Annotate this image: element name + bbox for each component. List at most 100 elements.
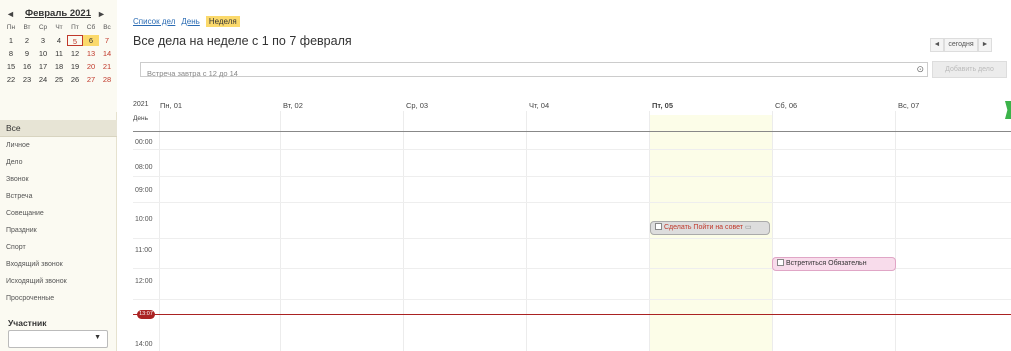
calendar-day[interactable]: 3 xyxy=(35,35,51,46)
add-task-button[interactable]: Добавить дело xyxy=(932,61,1007,78)
calendar-day[interactable]: 4 xyxy=(51,35,67,46)
calendar-day[interactable]: 6 xyxy=(83,35,99,46)
calendar-day[interactable]: 28 xyxy=(99,74,115,85)
calendar-day[interactable]: 17 xyxy=(35,61,51,72)
calendar-day[interactable]: 15 xyxy=(3,61,19,72)
calendar-day-today[interactable]: 5 xyxy=(67,35,83,46)
today-button[interactable]: сегодня xyxy=(944,38,978,52)
calendar-day[interactable]: 14 xyxy=(99,48,115,59)
category-item[interactable]: Встреча xyxy=(0,188,117,205)
calendar-day[interactable]: 1 xyxy=(3,35,19,46)
event-title: Встретиться Обязательн xyxy=(786,260,867,267)
chevron-down-icon: ▼ xyxy=(94,334,101,341)
calendar-day[interactable]: 2 xyxy=(19,35,35,46)
hour-row-line xyxy=(133,238,1011,239)
category-all[interactable]: Все xyxy=(0,120,117,137)
category-item[interactable]: Праздник xyxy=(0,222,117,239)
week-navigation: ◄ сегодня ► xyxy=(930,38,992,52)
event-checkbox[interactable] xyxy=(777,259,784,266)
tab-day[interactable]: День xyxy=(181,17,199,26)
column-divider xyxy=(526,111,527,351)
prev-month-button[interactable]: ◄ xyxy=(6,7,18,21)
day-header[interactable]: Сб, 06 xyxy=(775,101,797,110)
time-label: 09:00 xyxy=(135,187,153,194)
event-item[interactable]: Встретиться Обязательн xyxy=(772,257,896,271)
tab-week[interactable]: Неделя xyxy=(205,16,240,27)
week-grid: 2021 Пн, 01 Вт, 02 Ср, 03 Чт, 04 Пт, 05 … xyxy=(133,101,1011,351)
calendar-week: 15 16 17 18 19 20 21 xyxy=(3,61,115,72)
calendar-day[interactable]: 21 xyxy=(99,61,115,72)
calendar-day[interactable]: 13 xyxy=(83,48,99,59)
time-label: 00:00 xyxy=(135,139,153,146)
day-header[interactable]: Чт, 04 xyxy=(529,101,549,110)
column-divider xyxy=(159,111,160,351)
category-item[interactable]: Просроченные xyxy=(0,290,117,307)
calendar-day[interactable]: 20 xyxy=(83,61,99,72)
calendar-day[interactable]: 19 xyxy=(67,61,83,72)
day-header[interactable]: Вт, 02 xyxy=(283,101,303,110)
day-header[interactable]: Пн, 01 xyxy=(160,101,182,110)
calendar-day[interactable]: 25 xyxy=(51,74,67,85)
view-tabs: Список дел День Неделя xyxy=(133,16,240,27)
calendar-day[interactable]: 11 xyxy=(51,48,67,59)
category-item[interactable]: Входящий звонок xyxy=(0,256,117,273)
column-divider xyxy=(403,111,404,351)
column-divider xyxy=(280,111,281,351)
category-item[interactable]: Дело xyxy=(0,154,117,171)
weekday: Вс xyxy=(103,24,111,31)
current-time-line xyxy=(133,314,1011,315)
calendar-day[interactable]: 23 xyxy=(19,74,35,85)
all-day-label: День xyxy=(133,115,148,122)
calendar-day[interactable]: 7 xyxy=(99,35,115,46)
weekday-header: Пн Вт Ср Чт Пт Сб Вс xyxy=(3,22,115,33)
year-label: 2021 xyxy=(133,101,149,108)
calendar-day[interactable]: 27 xyxy=(83,74,99,85)
hour-row-line xyxy=(133,149,1011,150)
month-title[interactable]: Февраль 2021 xyxy=(22,8,94,19)
event-checkbox[interactable] xyxy=(655,223,662,230)
category-item[interactable]: Исходящий звонок xyxy=(0,273,117,290)
calendar-week: 22 23 24 25 26 27 28 xyxy=(3,74,115,85)
event-item[interactable]: Сделать Пойти на совет ▭ xyxy=(650,221,770,235)
time-label: 10:00 xyxy=(135,216,153,223)
calendar-week: 1 2 3 4 5 6 7 xyxy=(3,35,115,46)
category-item[interactable]: Совещание xyxy=(0,205,117,222)
comment-icon: ▭ xyxy=(744,224,752,231)
calendar-day[interactable]: 8 xyxy=(3,48,19,59)
day-header[interactable]: Ср, 03 xyxy=(406,101,428,110)
column-divider xyxy=(895,111,896,351)
day-header[interactable]: Вс, 07 xyxy=(898,101,919,110)
day-header-today[interactable]: Пт, 05 xyxy=(652,101,673,110)
calendar-day[interactable]: 22 xyxy=(3,74,19,85)
column-divider xyxy=(772,111,773,351)
next-month-button[interactable]: ► xyxy=(97,7,109,21)
participant-label: Участник xyxy=(8,318,47,328)
hour-row-line xyxy=(133,202,1011,203)
clock-icon[interactable]: ⊙ xyxy=(916,64,924,75)
quick-add-field: ⊙ xyxy=(140,62,928,80)
page-title: Все дела на неделе с 1 по 7 февраля xyxy=(133,34,352,48)
participant-select[interactable]: ▼ xyxy=(8,330,108,348)
time-label: 08:00 xyxy=(135,164,153,171)
next-week-button[interactable]: ► xyxy=(978,38,992,52)
prev-week-button[interactable]: ◄ xyxy=(930,38,944,52)
time-label: 12:00 xyxy=(135,278,153,285)
calendar-day[interactable]: 24 xyxy=(35,74,51,85)
tab-task-list[interactable]: Список дел xyxy=(133,17,175,26)
weekday: Пт xyxy=(71,24,79,31)
weekday: Чт xyxy=(55,24,63,31)
category-item[interactable]: Личное xyxy=(0,137,117,154)
scroll-marker-icon[interactable] xyxy=(1005,101,1011,119)
weekday: Сб xyxy=(86,24,96,31)
calendar-day[interactable]: 18 xyxy=(51,61,67,72)
category-item[interactable]: Звонок xyxy=(0,171,117,188)
calendar-week: 8 9 10 11 12 13 14 xyxy=(3,48,115,59)
calendar-day[interactable]: 16 xyxy=(19,61,35,72)
category-item[interactable]: Спорт xyxy=(0,239,117,256)
header-divider xyxy=(133,131,1011,132)
calendar-day[interactable]: 10 xyxy=(35,48,51,59)
calendar-day[interactable]: 9 xyxy=(19,48,35,59)
calendar-day[interactable]: 26 xyxy=(67,74,83,85)
calendar-day[interactable]: 12 xyxy=(67,48,83,59)
quick-add-input[interactable] xyxy=(141,67,901,80)
